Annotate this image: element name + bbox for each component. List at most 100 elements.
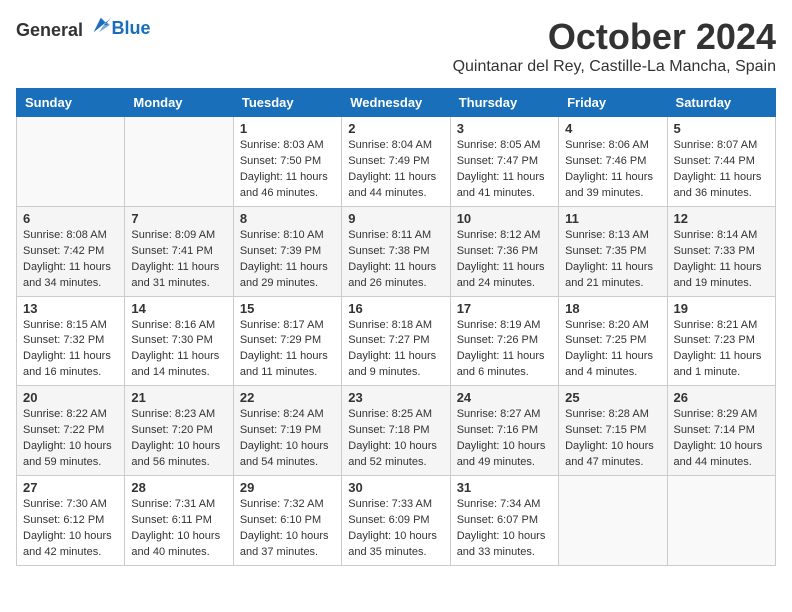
calendar-cell: 22Sunrise: 8:24 AMSunset: 7:19 PMDayligh… bbox=[233, 386, 341, 476]
day-info: Sunrise: 8:28 AMSunset: 7:15 PMDaylight:… bbox=[565, 407, 660, 471]
weekday-header-monday: Monday bbox=[125, 89, 233, 117]
calendar-body: 1 Sunrise: 8:03 AMSunset: 7:50 PMDaylight… bbox=[17, 117, 776, 566]
day-number: 1 bbox=[240, 121, 335, 136]
day-info: Sunrise: 8:12 AMSunset: 7:36 PMDaylight:… bbox=[457, 228, 552, 292]
day-number: 24 bbox=[457, 390, 552, 405]
calendar-cell: 23 Sunrise: 8:25 AMSunset: 7:18 PMDayligh… bbox=[342, 386, 450, 476]
day-number: 3 bbox=[457, 121, 552, 136]
weekday-header-row: SundayMondayTuesdayWednesdayThursdayFrid… bbox=[17, 89, 776, 117]
calendar-cell: 25 Sunrise: 8:28 AMSunset: 7:15 PMDayligh… bbox=[559, 386, 667, 476]
calendar-cell: 4Sunrise: 8:06 AMSunset: 7:46 PMDaylight… bbox=[559, 117, 667, 207]
day-number: 14 bbox=[131, 301, 226, 316]
logo: General Blue bbox=[16, 16, 151, 41]
day-number: 23 bbox=[348, 390, 443, 405]
day-number: 16 bbox=[348, 301, 443, 316]
day-info: Sunrise: 7:30 AMSunset: 6:12 PMDaylight:… bbox=[23, 497, 118, 561]
calendar-cell: 7 Sunrise: 8:09 AMSunset: 7:41 PMDaylight… bbox=[125, 206, 233, 296]
calendar-week-2: 6 Sunrise: 8:08 AMSunset: 7:42 PMDaylight… bbox=[17, 206, 776, 296]
day-info: Sunrise: 8:08 AMSunset: 7:42 PMDaylight:… bbox=[23, 228, 118, 292]
day-number: 12 bbox=[674, 211, 769, 226]
calendar-cell: 2 Sunrise: 8:04 AMSunset: 7:49 PMDaylight… bbox=[342, 117, 450, 207]
weekday-header-tuesday: Tuesday bbox=[233, 89, 341, 117]
day-info: Sunrise: 8:17 AMSunset: 7:29 PMDaylight:… bbox=[240, 318, 335, 382]
calendar-cell: 1 Sunrise: 8:03 AMSunset: 7:50 PMDaylight… bbox=[233, 117, 341, 207]
calendar-cell: 18 Sunrise: 8:20 AMSunset: 7:25 PMDayligh… bbox=[559, 296, 667, 386]
calendar-week-1: 1 Sunrise: 8:03 AMSunset: 7:50 PMDaylight… bbox=[17, 117, 776, 207]
day-info: Sunrise: 8:15 AMSunset: 7:32 PMDaylight:… bbox=[23, 318, 118, 382]
day-number: 19 bbox=[674, 301, 769, 316]
calendar-cell: 30 Sunrise: 7:33 AMSunset: 6:09 PMDayligh… bbox=[342, 476, 450, 566]
day-number: 8 bbox=[240, 211, 335, 226]
day-info: Sunrise: 7:34 AMSunset: 6:07 PMDaylight:… bbox=[457, 497, 552, 561]
day-info: Sunrise: 8:18 AMSunset: 7:27 PMDaylight:… bbox=[348, 318, 443, 382]
calendar-cell: 6 Sunrise: 8:08 AMSunset: 7:42 PMDaylight… bbox=[17, 206, 125, 296]
day-info: Sunrise: 7:33 AMSunset: 6:09 PMDaylight:… bbox=[348, 497, 443, 561]
day-number: 18 bbox=[565, 301, 660, 316]
day-info: Sunrise: 8:23 AMSunset: 7:20 PMDaylight:… bbox=[131, 407, 226, 471]
calendar-cell: 16 Sunrise: 8:18 AMSunset: 7:27 PMDayligh… bbox=[342, 296, 450, 386]
day-info: Sunrise: 8:20 AMSunset: 7:25 PMDaylight:… bbox=[565, 318, 660, 382]
calendar-cell: 28Sunrise: 7:31 AMSunset: 6:11 PMDayligh… bbox=[125, 476, 233, 566]
calendar-cell: 20Sunrise: 8:22 AMSunset: 7:22 PMDayligh… bbox=[17, 386, 125, 476]
day-number: 21 bbox=[131, 390, 226, 405]
weekday-header-saturday: Saturday bbox=[667, 89, 775, 117]
calendar-cell: 13 Sunrise: 8:15 AMSunset: 7:32 PMDayligh… bbox=[17, 296, 125, 386]
day-info: Sunrise: 8:16 AMSunset: 7:30 PMDaylight:… bbox=[131, 318, 226, 382]
calendar-cell: 31Sunrise: 7:34 AMSunset: 6:07 PMDayligh… bbox=[450, 476, 558, 566]
day-number: 29 bbox=[240, 480, 335, 495]
day-info: Sunrise: 7:32 AMSunset: 6:10 PMDaylight:… bbox=[240, 497, 335, 561]
day-number: 22 bbox=[240, 390, 335, 405]
weekday-header-wednesday: Wednesday bbox=[342, 89, 450, 117]
day-info: Sunrise: 8:29 AMSunset: 7:14 PMDaylight:… bbox=[674, 407, 769, 471]
day-number: 25 bbox=[565, 390, 660, 405]
calendar-cell bbox=[125, 117, 233, 207]
day-info: Sunrise: 8:11 AMSunset: 7:38 PMDaylight:… bbox=[348, 228, 443, 292]
calendar-cell bbox=[559, 476, 667, 566]
calendar-cell: 12 Sunrise: 8:14 AMSunset: 7:33 PMDayligh… bbox=[667, 206, 775, 296]
calendar-cell: 15Sunrise: 8:17 AMSunset: 7:29 PMDayligh… bbox=[233, 296, 341, 386]
day-number: 20 bbox=[23, 390, 118, 405]
calendar-cell bbox=[17, 117, 125, 207]
day-number: 6 bbox=[23, 211, 118, 226]
day-info: Sunrise: 8:03 AMSunset: 7:50 PMDaylight:… bbox=[240, 138, 335, 202]
logo-blue-text: Blue bbox=[112, 18, 151, 38]
month-title: October 2024 bbox=[453, 16, 776, 58]
calendar-cell: 17Sunrise: 8:19 AMSunset: 7:26 PMDayligh… bbox=[450, 296, 558, 386]
day-info: Sunrise: 7:31 AMSunset: 6:11 PMDaylight:… bbox=[131, 497, 226, 561]
day-number: 13 bbox=[23, 301, 118, 316]
day-info: Sunrise: 8:14 AMSunset: 7:33 PMDaylight:… bbox=[674, 228, 769, 292]
day-number: 11 bbox=[565, 211, 660, 226]
day-info: Sunrise: 8:27 AMSunset: 7:16 PMDaylight:… bbox=[457, 407, 552, 471]
calendar-cell: 3 Sunrise: 8:05 AMSunset: 7:47 PMDaylight… bbox=[450, 117, 558, 207]
calendar-week-3: 13 Sunrise: 8:15 AMSunset: 7:32 PMDayligh… bbox=[17, 296, 776, 386]
calendar-cell: 29 Sunrise: 7:32 AMSunset: 6:10 PMDayligh… bbox=[233, 476, 341, 566]
calendar-cell: 10 Sunrise: 8:12 AMSunset: 7:36 PMDayligh… bbox=[450, 206, 558, 296]
day-info: Sunrise: 8:25 AMSunset: 7:18 PMDaylight:… bbox=[348, 407, 443, 471]
day-number: 7 bbox=[131, 211, 226, 226]
calendar-cell: 14 Sunrise: 8:16 AMSunset: 7:30 PMDayligh… bbox=[125, 296, 233, 386]
logo-general-text: General bbox=[16, 20, 83, 40]
day-number: 26 bbox=[674, 390, 769, 405]
calendar-cell: 9 Sunrise: 8:11 AMSunset: 7:38 PMDaylight… bbox=[342, 206, 450, 296]
day-number: 9 bbox=[348, 211, 443, 226]
day-number: 2 bbox=[348, 121, 443, 136]
calendar-cell: 24 Sunrise: 8:27 AMSunset: 7:16 PMDayligh… bbox=[450, 386, 558, 476]
day-info: Sunrise: 8:21 AMSunset: 7:23 PMDaylight:… bbox=[674, 318, 769, 382]
weekday-header-sunday: Sunday bbox=[17, 89, 125, 117]
day-info: Sunrise: 8:04 AMSunset: 7:49 PMDaylight:… bbox=[348, 138, 443, 202]
calendar-cell bbox=[667, 476, 775, 566]
weekday-header-friday: Friday bbox=[559, 89, 667, 117]
calendar-cell: 27Sunrise: 7:30 AMSunset: 6:12 PMDayligh… bbox=[17, 476, 125, 566]
day-info: Sunrise: 8:09 AMSunset: 7:41 PMDaylight:… bbox=[131, 228, 226, 292]
calendar-table: SundayMondayTuesdayWednesdayThursdayFrid… bbox=[16, 88, 776, 566]
logo-icon bbox=[90, 16, 114, 36]
calendar-cell: 8Sunrise: 8:10 AMSunset: 7:39 PMDaylight… bbox=[233, 206, 341, 296]
day-info: Sunrise: 8:07 AMSunset: 7:44 PMDaylight:… bbox=[674, 138, 769, 202]
day-number: 10 bbox=[457, 211, 552, 226]
calendar-cell: 19 Sunrise: 8:21 AMSunset: 7:23 PMDayligh… bbox=[667, 296, 775, 386]
calendar-week-4: 20Sunrise: 8:22 AMSunset: 7:22 PMDayligh… bbox=[17, 386, 776, 476]
calendar-cell: 21 Sunrise: 8:23 AMSunset: 7:20 PMDayligh… bbox=[125, 386, 233, 476]
day-info: Sunrise: 8:19 AMSunset: 7:26 PMDaylight:… bbox=[457, 318, 552, 382]
day-info: Sunrise: 8:05 AMSunset: 7:47 PMDaylight:… bbox=[457, 138, 552, 202]
day-number: 30 bbox=[348, 480, 443, 495]
